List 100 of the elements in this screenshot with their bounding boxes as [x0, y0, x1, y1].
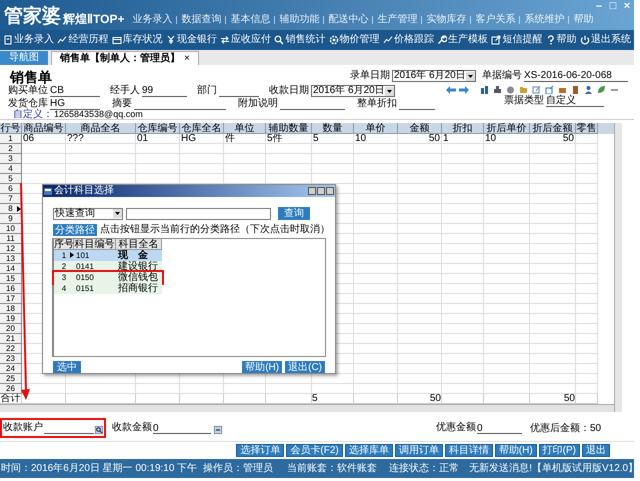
input-field[interactable]: CB — [50, 85, 100, 97]
action-button[interactable]: 打印(P) — [538, 444, 580, 457]
dialog-button[interactable]: 选中 — [53, 361, 81, 373]
tab[interactable]: 导航图 — [0, 51, 48, 65]
toolbar-button[interactable]: 库存状况 — [112, 34, 163, 46]
column-header[interactable]: 数量 — [312, 123, 354, 134]
toolbar-button[interactable]: 经营历程 — [57, 34, 108, 46]
table-cell — [442, 294, 484, 304]
table-cell — [576, 144, 598, 154]
table-cell — [484, 314, 530, 324]
date-field[interactable]: 2016年 6月20日 — [392, 70, 476, 82]
toolbar-button[interactable]: 退出系统 — [580, 34, 631, 46]
column-header[interactable]: 折扣 — [442, 123, 484, 134]
input-field[interactable]: XS-2016-06-20-068 — [524, 70, 628, 82]
table-cell — [442, 214, 484, 224]
column-header[interactable]: 零售 — [576, 123, 598, 134]
column-header[interactable]: 序号 — [54, 239, 74, 250]
toolbar-button[interactable]: 现金银行 — [166, 34, 217, 46]
input-field[interactable]: HG — [50, 98, 100, 110]
vertical-scrollbar[interactable] — [614, 123, 622, 412]
minimize-button[interactable] — [308, 187, 316, 195]
input-field[interactable]: 自定义 — [546, 95, 604, 107]
field-label: 收款账户 — [3, 422, 43, 434]
close-button[interactable] — [326, 187, 334, 195]
toolbar-button[interactable]: 帮助 — [546, 34, 577, 46]
row-number: 12 — [0, 244, 22, 254]
table-cell — [398, 284, 442, 294]
table-cell — [530, 384, 576, 394]
horizontal-scrollbar[interactable] — [0, 404, 614, 412]
table-cell: ??? — [66, 134, 136, 144]
row-number: 6 — [0, 184, 22, 194]
menu-item[interactable]: 数据查询 — [181, 14, 222, 26]
status-text: 操作员：管理员 — [203, 462, 274, 474]
toolbar-button[interactable]: 生产模板 — [437, 34, 488, 46]
menu-item[interactable]: 业务录入 — [132, 14, 172, 26]
action-button[interactable]: 调用订单 — [394, 444, 443, 457]
menu-item[interactable]: 基本信息 — [230, 14, 270, 26]
toolbar-button[interactable]: 物价管理 — [328, 34, 380, 46]
action-button[interactable]: 选择库单 — [344, 444, 393, 457]
table-cell — [354, 314, 398, 324]
table-cell — [576, 194, 598, 204]
table-cell: 10 — [484, 134, 530, 144]
table-cell: 件 — [224, 134, 266, 144]
dropdown-icon — [385, 86, 394, 96]
table-cell — [136, 144, 180, 154]
action-button[interactable]: 退出 — [582, 444, 610, 457]
action-button[interactable]: 科目详情 — [444, 444, 493, 457]
maximize-button[interactable] — [317, 187, 325, 195]
toolbar-button[interactable]: 应收应付 — [220, 34, 272, 46]
menu-item[interactable]: 配送中心 — [328, 14, 368, 26]
table-cell — [530, 294, 576, 304]
account-row[interactable]: 3 0150 微信钱包 — [54, 272, 162, 283]
date-field[interactable]: 2016年 6月20日 — [311, 85, 395, 97]
table-cell — [530, 164, 576, 174]
table-cell — [354, 164, 398, 174]
field-value: 1265843538@qq.com — [54, 109, 143, 120]
close-icon[interactable]: × — [184, 52, 190, 64]
toolbar-button[interactable]: 销售统计 — [274, 34, 326, 46]
table-cell — [224, 164, 266, 174]
path-button[interactable]: 分类路径 — [53, 224, 97, 236]
input-field[interactable]: 0 — [153, 423, 211, 434]
table-cell — [354, 214, 398, 224]
action-button[interactable]: 会员卡(F2) — [286, 444, 343, 457]
row-number: 1 — [0, 134, 22, 144]
column-header[interactable]: 科目编号 — [74, 239, 116, 250]
table-cell: 01 — [136, 134, 180, 144]
table-cell — [576, 164, 598, 174]
field-label: 发货仓库 — [8, 98, 48, 109]
dialog-button[interactable]: 帮助(H) — [242, 361, 282, 373]
query-button[interactable]: 查询 — [278, 207, 310, 220]
column-header[interactable]: 辅助数量 — [266, 123, 312, 134]
toolbar-button[interactable]: 业务录入 — [3, 34, 54, 46]
table-cell — [530, 304, 576, 314]
table-cell — [576, 184, 598, 194]
table-cell — [354, 364, 398, 374]
account-row[interactable]: 1 101 现 金 — [54, 250, 162, 261]
action-button[interactable]: 选择订单 — [236, 444, 284, 457]
toolbar-button[interactable]: 价格跟踪 — [382, 34, 434, 46]
column-header[interactable]: 单价 — [354, 123, 398, 134]
toolbar-button[interactable]: 短信提醒 — [491, 34, 542, 46]
menu-item[interactable]: 辅助功能 — [279, 14, 320, 26]
column-header[interactable]: 科目全名 — [116, 239, 162, 250]
table-cell — [354, 234, 398, 244]
table-cell — [530, 204, 576, 214]
tab[interactable]: 销售单【制单人：管理员】 × — [51, 51, 199, 65]
input-field[interactable]: 0 — [477, 423, 522, 434]
column-header[interactable]: 折后单价 — [484, 123, 530, 134]
input-field[interactable]: 99 — [142, 85, 187, 97]
dialog-button[interactable]: 退出(C) — [285, 361, 325, 373]
row-number: 23 — [0, 354, 22, 364]
app-logo: 管家婆 — [4, 6, 61, 28]
account-row[interactable]: 4 0151 招商银行 — [54, 283, 162, 294]
field-label: 购买单位 — [8, 85, 48, 97]
action-button[interactable]: 帮助(H) — [494, 444, 537, 457]
search-field[interactable] — [126, 208, 271, 220]
table-cell — [442, 224, 484, 234]
table-cell — [576, 344, 598, 354]
field-label: 收款日期 — [269, 85, 309, 97]
query-mode-dropdown[interactable]: 快速查询 — [53, 208, 123, 220]
column-header[interactable]: 单位 — [224, 123, 266, 134]
